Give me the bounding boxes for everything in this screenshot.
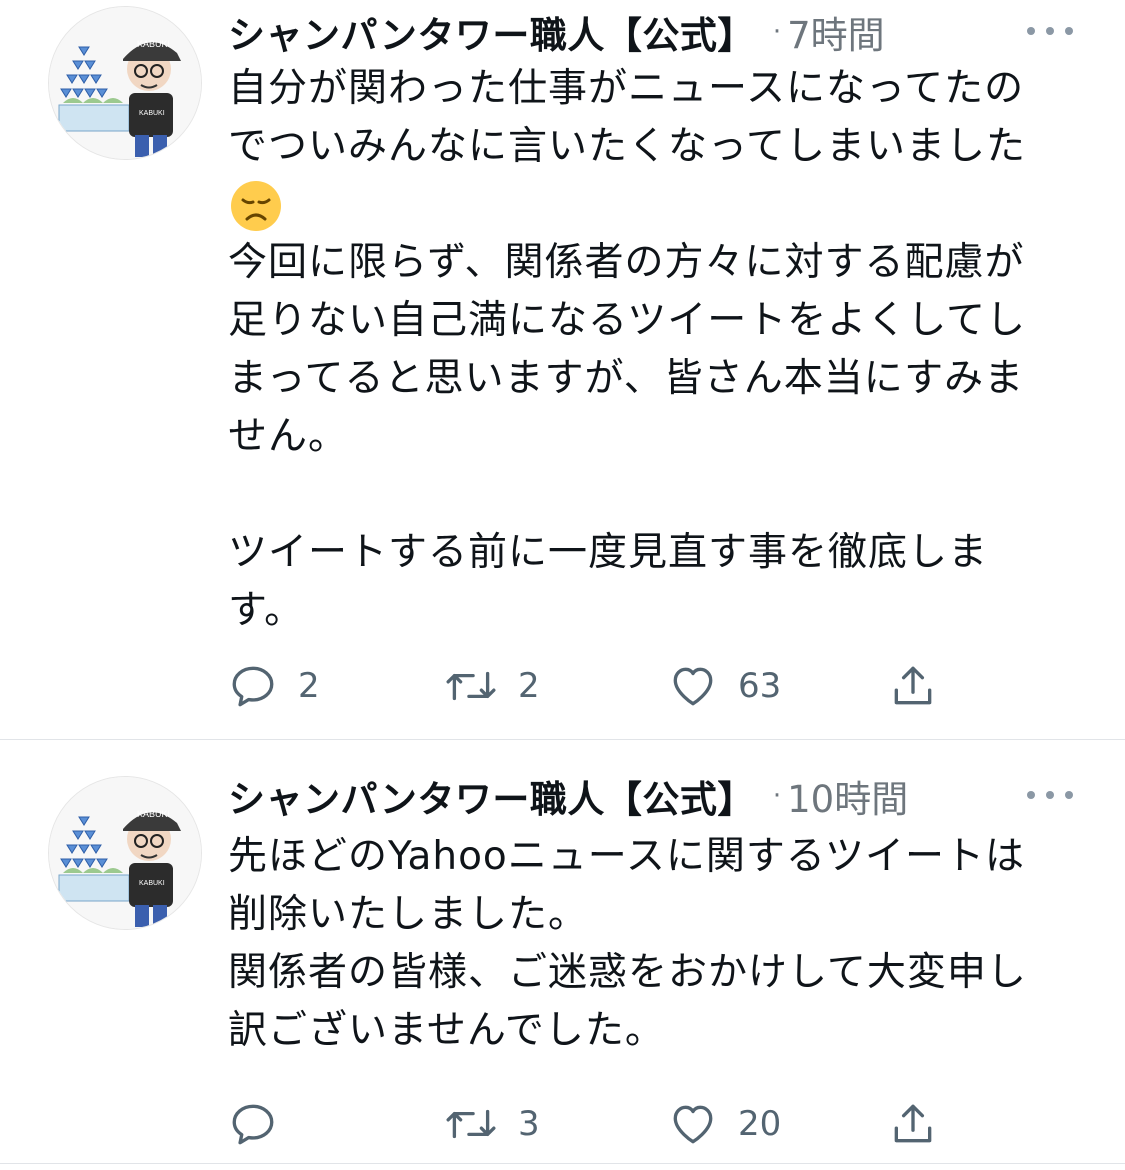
retweet-icon	[446, 671, 496, 701]
share-button[interactable]	[888, 656, 938, 716]
more-options-icon[interactable]	[1027, 780, 1073, 810]
more-options-icon[interactable]	[1027, 16, 1073, 46]
author-name[interactable]: シャンパンタワー職人【公式】	[228, 769, 755, 823]
reply-icon	[232, 1104, 274, 1145]
share-icon	[894, 666, 932, 705]
like-button[interactable]: 63	[668, 656, 781, 716]
share-button[interactable]	[888, 1094, 938, 1154]
avatar-shirt-text: KABUKI	[139, 880, 165, 887]
like-count: 63	[738, 666, 782, 706]
avatar[interactable]: KABUKI KABUKI	[48, 776, 202, 930]
tweet-actions: 3 20	[228, 1094, 968, 1154]
retweet-count: 3	[518, 1104, 540, 1144]
share-icon	[894, 1104, 932, 1143]
tweet[interactable]: KABUKI KABUKI シャンパンタワー職人【公式】 · 10時間 先ほどの…	[0, 740, 1125, 1164]
avatar-cap-text: KABUKI	[137, 809, 170, 819]
tweet-text: 自分が関わった仕事がニュースになってたの でついみんなに言いたくなってしまいまし…	[228, 60, 1088, 640]
separator-dot: ·	[772, 781, 782, 811]
tweet-text: 先ほどのYahooニュースに関するツイートは 削除いたしました。 関係者の皆様、…	[228, 834, 1027, 1053]
tweet-time[interactable]: 10時間	[787, 769, 908, 823]
disappointed-face-icon	[231, 181, 281, 231]
avatar-illustration: KABUKI KABUKI	[49, 7, 201, 159]
retweet-button[interactable]: 2	[444, 656, 540, 716]
like-count: 20	[738, 1104, 782, 1144]
author-name[interactable]: シャンパンタワー職人【公式】	[228, 5, 755, 59]
like-button[interactable]: 20	[668, 1094, 781, 1154]
retweet-icon	[446, 1109, 496, 1139]
reply-count: 2	[298, 666, 320, 706]
avatar-shirt-text: KABUKI	[139, 110, 165, 117]
retweet-count: 2	[518, 666, 540, 706]
reply-button[interactable]	[228, 1094, 298, 1154]
tweet-header: シャンパンタワー職人【公式】 · 7時間	[228, 4, 1085, 60]
heart-icon	[673, 667, 713, 706]
retweet-button[interactable]: 3	[444, 1094, 540, 1154]
avatar[interactable]: KABUKI KABUKI	[48, 6, 202, 160]
heart-icon	[673, 1105, 713, 1144]
emoji-line	[228, 176, 1088, 234]
tweet-text-part: 今回に限らず、関係者の方々に対する配慮が 足りない自己満になるツイートをよくして…	[228, 240, 1027, 633]
tweet-time[interactable]: 7時間	[787, 5, 885, 59]
avatar-cap-text: KABUKI	[137, 39, 170, 49]
reply-button[interactable]: 2	[228, 656, 320, 716]
tweet-actions: 2 2 63	[228, 656, 968, 716]
tweet[interactable]: KABUKI KABUKI シャンパンタワー職人【公式】 · 7時間 自分が関わ…	[0, 0, 1125, 740]
separator-dot: ·	[772, 17, 782, 47]
avatar-illustration: KABUKI KABUKI	[49, 777, 201, 929]
timeline: KABUKI KABUKI シャンパンタワー職人【公式】 · 7時間 自分が関わ…	[0, 0, 1125, 1170]
reply-icon	[232, 666, 274, 707]
tweet-header: シャンパンタワー職人【公式】 · 10時間	[228, 768, 1085, 824]
tweet-text-part: 自分が関わった仕事がニュースになってたの でついみんなに言いたくなってしまいまし…	[228, 66, 1027, 169]
